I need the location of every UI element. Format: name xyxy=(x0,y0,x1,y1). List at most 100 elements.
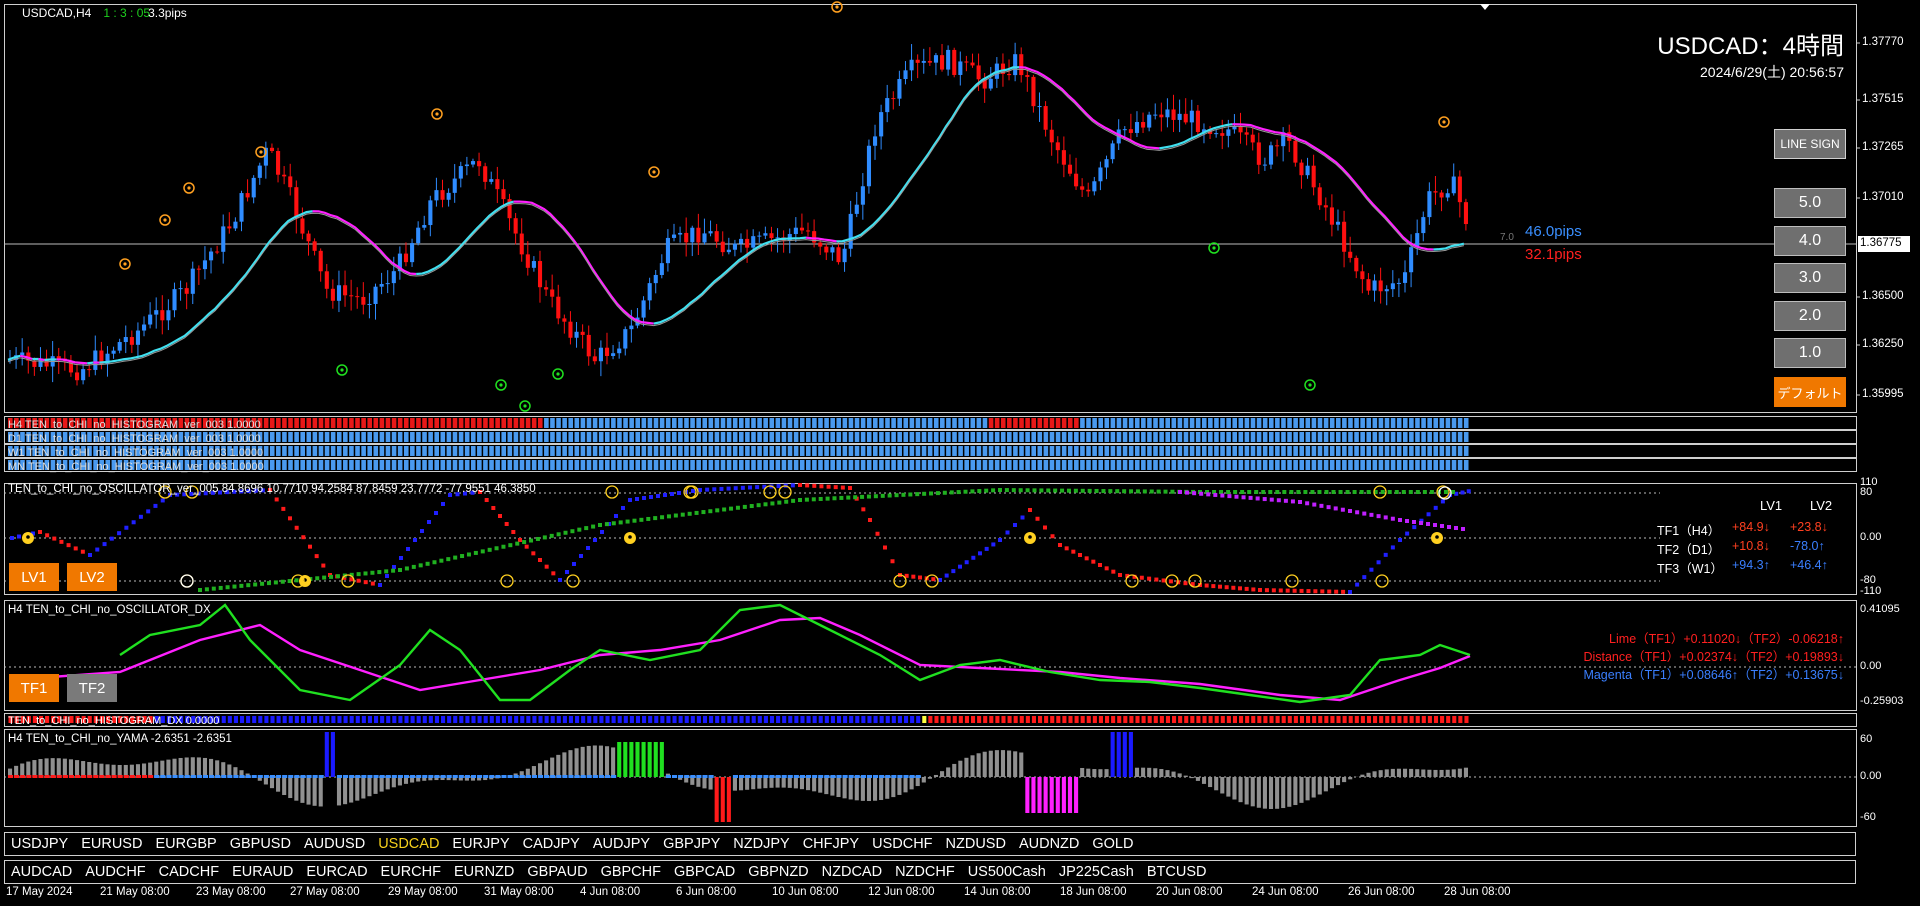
level-1-button[interactable]: 1.0 xyxy=(1774,338,1846,368)
oscillator-dot xyxy=(642,496,646,500)
symbol-gbpcad[interactable]: GBPCAD xyxy=(674,864,735,880)
histogram-dx-cell xyxy=(441,716,446,723)
candle-body xyxy=(970,62,975,66)
histogram-bar xyxy=(1287,446,1292,456)
yama-base xyxy=(604,775,611,778)
histogram-bar xyxy=(1025,432,1030,442)
symbol-us500cash[interactable]: US500Cash xyxy=(968,864,1046,880)
histogram-bar xyxy=(1299,432,1305,442)
price-chart[interactable] xyxy=(0,0,1920,906)
symbol-nzdjpy[interactable]: NZDJPY xyxy=(733,836,789,852)
histogram-dx-cell xyxy=(855,716,860,723)
symbol-gbpusd[interactable]: GBPUSD xyxy=(230,836,291,852)
histogram-bar xyxy=(464,418,470,428)
oscillator-dot xyxy=(1283,498,1288,503)
histogram-bar xyxy=(422,418,427,428)
symbol-usdchf[interactable]: USDCHF xyxy=(872,836,932,852)
tf1-button[interactable]: TF1 xyxy=(9,674,59,702)
symbol-audusd[interactable]: AUDUSD xyxy=(304,836,365,852)
histogram-dx-cell xyxy=(294,716,299,723)
symbol-cadchf[interactable]: CADCHF xyxy=(159,864,219,880)
candle-body xyxy=(1055,142,1060,151)
symbol-usdjpy[interactable]: USDJPY xyxy=(11,836,68,852)
symbol-gbpnzd[interactable]: GBPNZD xyxy=(748,864,808,880)
symbol-nzdcad[interactable]: NZDCAD xyxy=(822,864,882,880)
candle-body xyxy=(178,288,183,290)
histogram-bar xyxy=(1037,460,1043,470)
symbol-eurjpy[interactable]: EURJPY xyxy=(452,836,509,852)
oscillator-dot xyxy=(1362,511,1367,516)
histogram-dx-cell xyxy=(983,716,988,723)
symbol-audcad[interactable]: AUDCAD xyxy=(11,864,72,880)
yama-bar xyxy=(403,777,409,784)
symbol-nzdusd[interactable]: NZDUSD xyxy=(946,836,1006,852)
oscillator-dot xyxy=(625,519,630,524)
histogram-bar xyxy=(416,460,421,470)
symbol-eurcad[interactable]: EURCAD xyxy=(306,864,367,880)
yama-base xyxy=(416,775,422,778)
histogram-bar xyxy=(921,432,927,442)
symbol-gbpaud[interactable]: GBPAUD xyxy=(527,864,587,880)
histogram-dx-cell xyxy=(763,716,768,723)
oscillator-dot xyxy=(1278,588,1283,593)
symbol-audchf[interactable]: AUDCHF xyxy=(85,864,145,880)
symbol-chfjpy[interactable]: CHFJPY xyxy=(803,836,859,852)
level-5-button[interactable]: 5.0 xyxy=(1774,188,1846,218)
symbol-btcusd[interactable]: BTCUSD xyxy=(1147,864,1207,880)
candle-body xyxy=(111,350,116,354)
histogram-bar xyxy=(592,418,598,428)
symbol-gbpjpy[interactable]: GBPJPY xyxy=(663,836,720,852)
symbol-euraud[interactable]: EURAUD xyxy=(232,864,293,880)
yama-base xyxy=(221,775,227,778)
histogram-bar xyxy=(635,432,641,442)
symbol-eurusd[interactable]: EURUSD xyxy=(81,836,142,852)
yama-bar xyxy=(1067,777,1073,813)
candle-body xyxy=(1275,145,1280,147)
symbol-usdcad[interactable]: USDCAD xyxy=(378,836,439,852)
histogram-bar xyxy=(1159,460,1164,470)
lv2-button[interactable]: LV2 xyxy=(67,563,117,591)
histogram-bar xyxy=(994,446,1000,456)
level-4-button[interactable]: 4.0 xyxy=(1774,226,1846,256)
osc-mark-dot xyxy=(26,535,30,539)
yama-base xyxy=(611,775,617,778)
oscillator-dot xyxy=(315,576,320,581)
symbol-gold[interactable]: GOLD xyxy=(1092,836,1133,852)
oscillator-dot xyxy=(887,493,892,498)
histogram-bar xyxy=(1147,418,1152,428)
line-sign-button[interactable]: LINE SIGN xyxy=(1774,129,1846,159)
histogram-bar xyxy=(343,460,348,470)
yama-bar xyxy=(1220,777,1225,794)
level-3-button[interactable]: 3.0 xyxy=(1774,263,1846,293)
oscillator-dot xyxy=(1135,489,1140,494)
yama-bar xyxy=(355,777,360,801)
symbol-eurgbp[interactable]: EURGBP xyxy=(155,836,216,852)
symbol-nzdchf[interactable]: NZDCHF xyxy=(895,864,955,880)
histogram-bar xyxy=(318,432,324,442)
histogram-bar xyxy=(641,432,647,442)
histogram-bar xyxy=(842,446,848,456)
oscillator-dot xyxy=(225,585,230,590)
yama-bar xyxy=(1329,777,1334,789)
histogram-dx-cell xyxy=(593,716,598,723)
lv1-button[interactable]: LV1 xyxy=(9,563,59,591)
histogram-bar xyxy=(1457,460,1463,470)
tf2-button[interactable]: TF2 xyxy=(67,674,117,702)
histogram-bar xyxy=(343,418,348,428)
symbol-jp225cash[interactable]: JP225Cash xyxy=(1059,864,1134,880)
symbol-eurchf[interactable]: EURCHF xyxy=(381,864,441,880)
histogram-bar xyxy=(1421,418,1426,428)
level-2-button[interactable]: 2.0 xyxy=(1774,301,1846,331)
histogram-dx-cell xyxy=(1153,716,1158,723)
histogram-dx-cell xyxy=(270,716,275,723)
default-button[interactable]: デフォルト xyxy=(1774,377,1846,407)
histogram-dx-cell xyxy=(459,716,464,723)
symbol-audnzd[interactable]: AUDNZD xyxy=(1019,836,1079,852)
candle-body xyxy=(562,318,567,322)
symbol-audjpy[interactable]: AUDJPY xyxy=(593,836,650,852)
osc-mark-dot xyxy=(628,535,632,539)
symbol-eurnzd[interactable]: EURNZD xyxy=(454,864,514,880)
symbol-gbpchf[interactable]: GBPCHF xyxy=(601,864,661,880)
histogram-dx-cell xyxy=(453,716,458,723)
symbol-cadjpy[interactable]: CADJPY xyxy=(523,836,580,852)
